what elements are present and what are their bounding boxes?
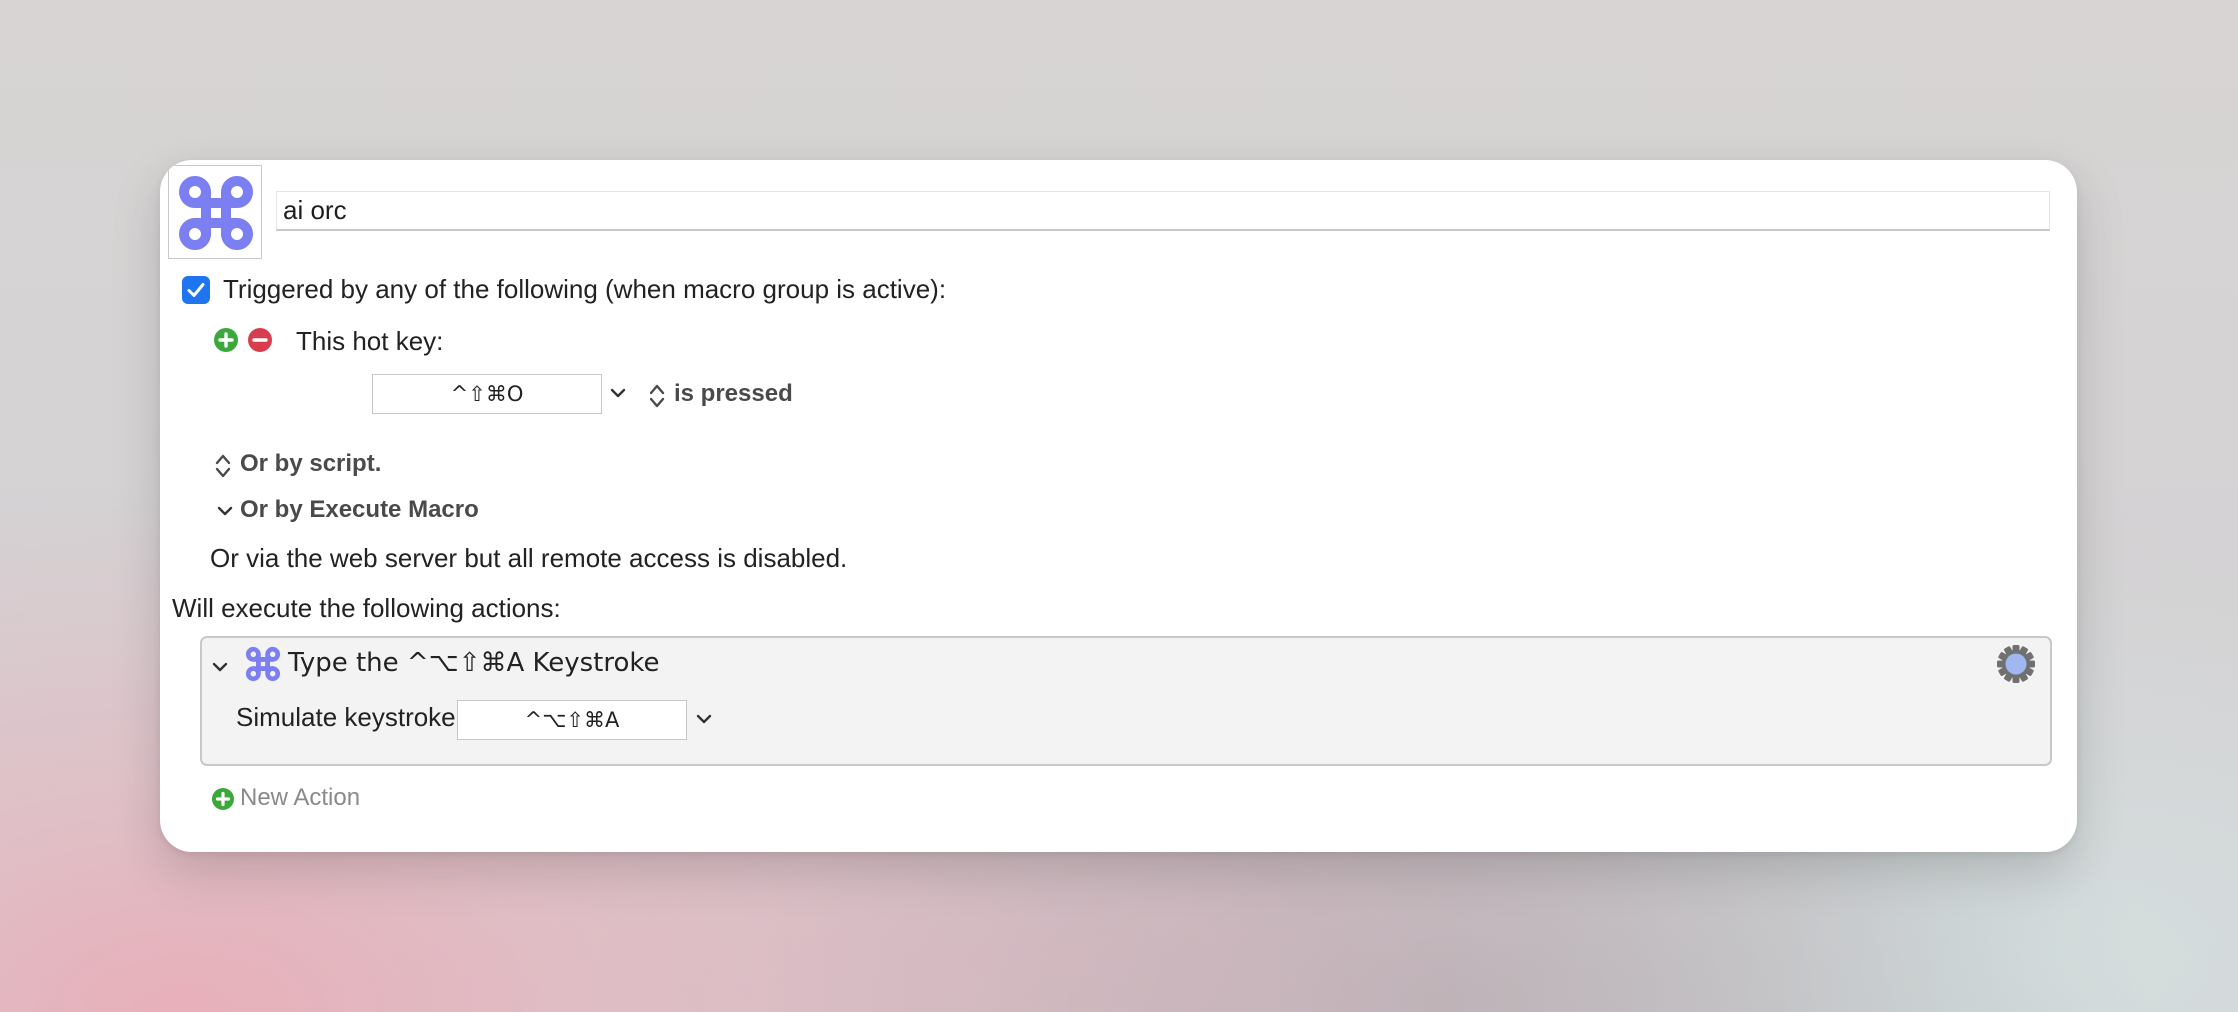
hotkey-condition-label[interactable]: is pressed xyxy=(674,380,793,408)
trigger-enabled-checkbox[interactable] xyxy=(182,276,210,304)
updown-chevron-icon xyxy=(649,384,665,408)
script-trigger-popup[interactable] xyxy=(215,453,231,484)
action-title: Type the ^⌥⇧⌘A Keystroke xyxy=(288,648,660,678)
hotkey-condition-popup[interactable] xyxy=(649,383,665,414)
add-trigger-button[interactable] xyxy=(214,328,238,352)
actions-header: Will execute the following actions: xyxy=(172,593,561,623)
chevron-down-icon xyxy=(212,662,228,672)
minus-circle-icon xyxy=(252,338,268,342)
gear-icon xyxy=(1997,645,2035,683)
new-action-button[interactable] xyxy=(212,788,234,810)
action-type-icon xyxy=(245,646,281,687)
execute-macro-option[interactable]: Or by Execute Macro xyxy=(240,496,479,524)
web-server-note: Or via the web server but all remote acc… xyxy=(210,543,848,573)
execute-macro-disclosure[interactable] xyxy=(217,504,233,522)
simulate-keystroke-field[interactable]: ^⌥⇧⌘A xyxy=(457,700,687,740)
macro-editor-panel: ai orc Triggered by any of the following… xyxy=(160,160,2077,852)
checkmark-icon xyxy=(187,283,205,297)
script-trigger-option[interactable]: Or by script. xyxy=(240,450,381,478)
chevron-down-icon xyxy=(696,714,712,724)
command-key-icon xyxy=(179,176,253,250)
chevron-down-icon xyxy=(217,506,233,516)
command-key-icon xyxy=(245,646,281,682)
hotkey-menu-button[interactable] xyxy=(610,386,626,404)
keystroke-menu-button[interactable] xyxy=(696,712,712,730)
hotkey-field[interactable]: ^⇧⌘O xyxy=(372,374,602,414)
macro-icon-well[interactable] xyxy=(168,165,262,259)
action-item[interactable]: Type the ^⌥⇧⌘A Keystroke Simulate keystr… xyxy=(200,636,2052,766)
hotkey-trigger-label: This hot key: xyxy=(296,326,444,356)
action-gear-button[interactable] xyxy=(1996,644,2036,689)
new-action-label[interactable]: New Action xyxy=(240,784,360,812)
macro-name-field[interactable]: ai orc xyxy=(276,191,2050,231)
trigger-label: Triggered by any of the following (when … xyxy=(223,274,947,304)
plus-circle-icon xyxy=(218,332,234,348)
plus-circle-icon xyxy=(215,791,231,807)
simulate-keystroke-label: Simulate keystroke: xyxy=(236,702,463,732)
action-collapse-toggle[interactable] xyxy=(212,660,228,678)
chevron-down-icon xyxy=(610,388,626,398)
updown-chevron-icon xyxy=(215,454,231,478)
remove-trigger-button[interactable] xyxy=(248,328,272,352)
